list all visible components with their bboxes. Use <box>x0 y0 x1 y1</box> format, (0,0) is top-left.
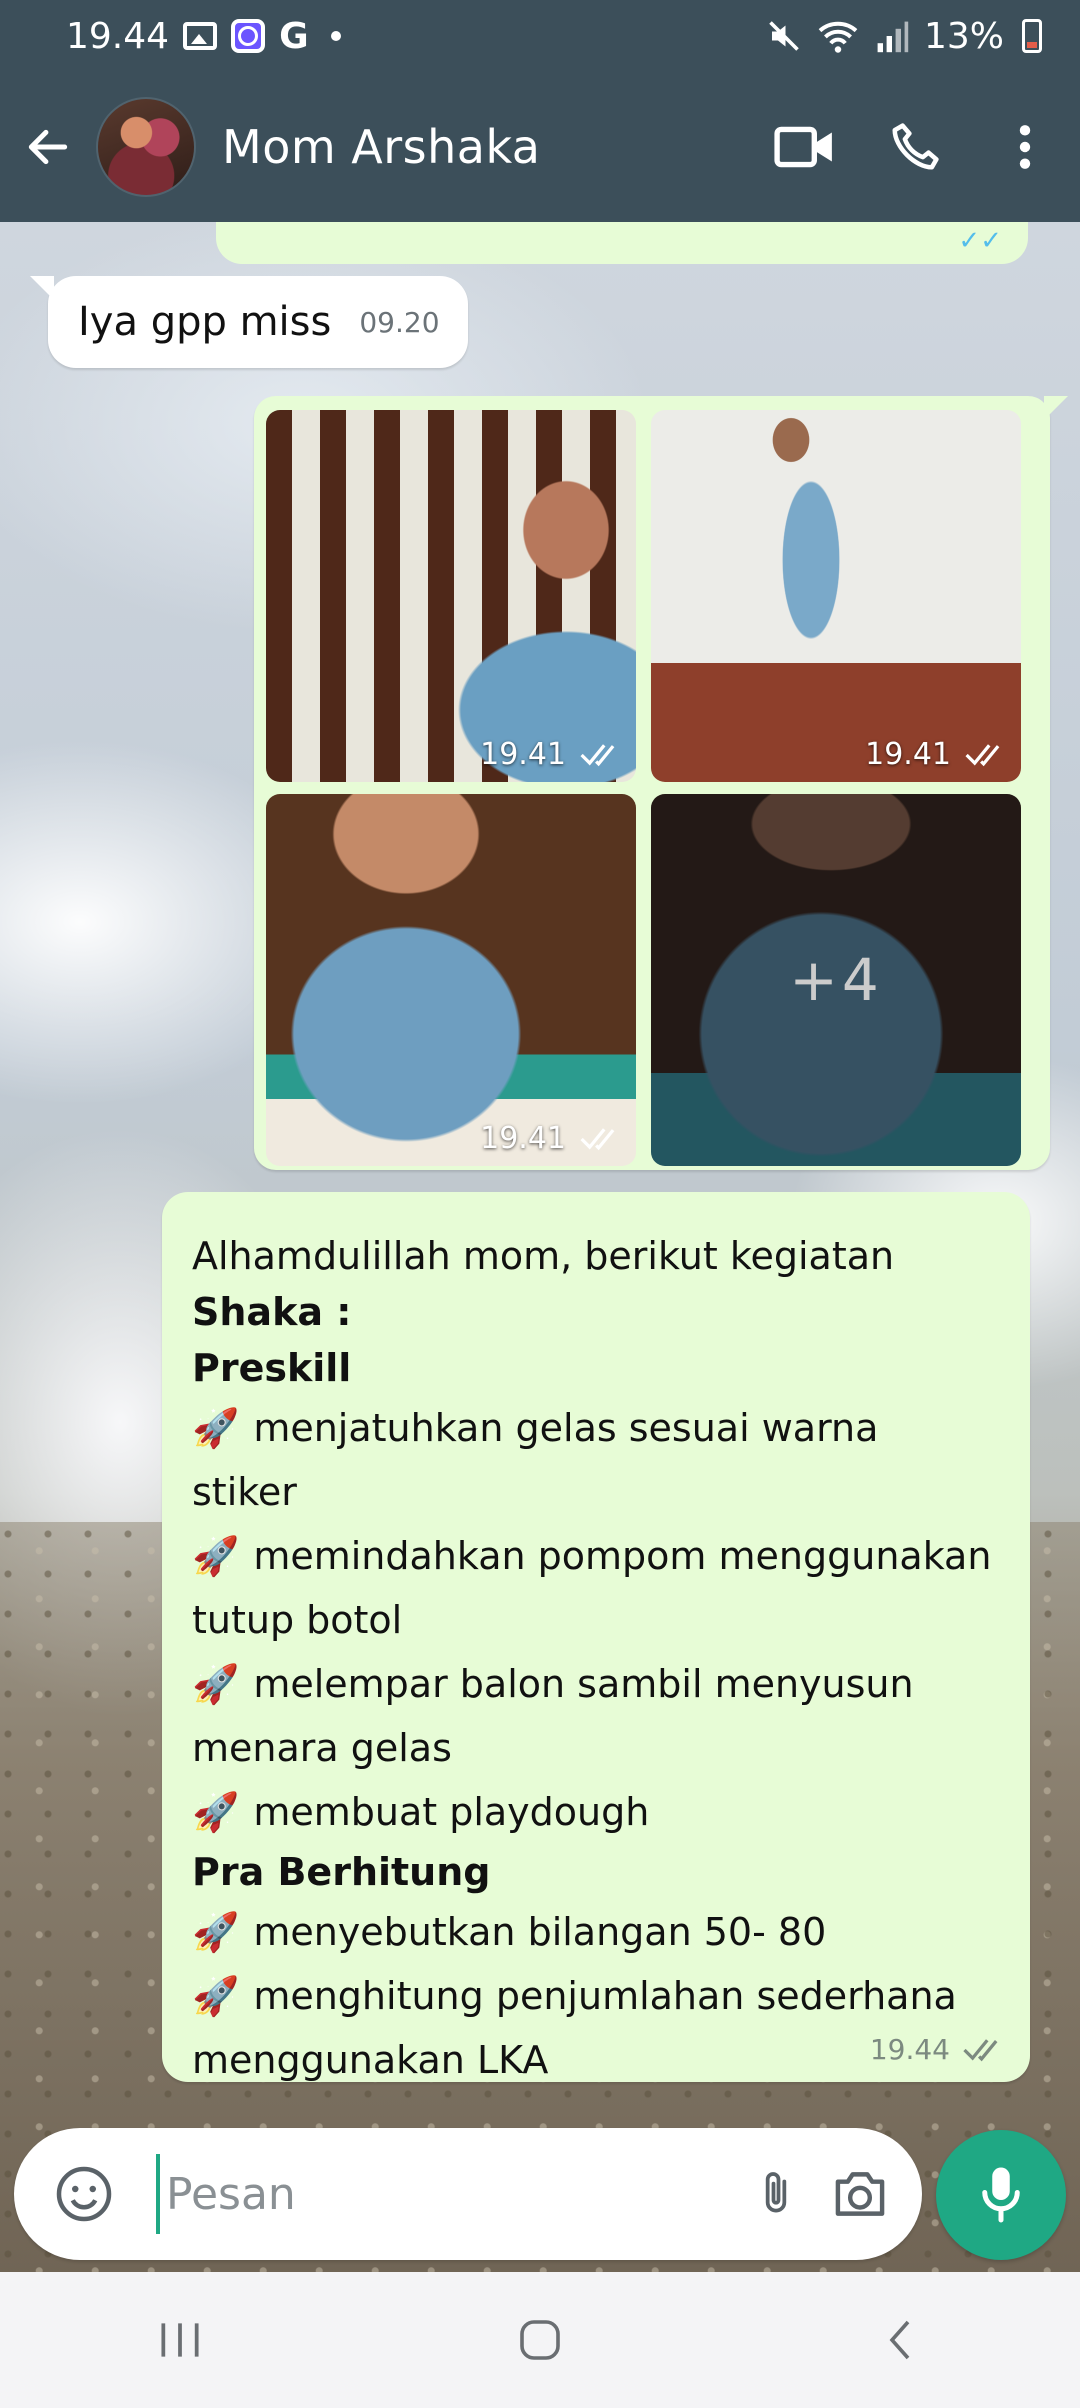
chat-area[interactable]: ✓✓ Iya gpp miss 09.20 19.41 19.41 19.41 … <box>0 222 1080 2272</box>
message-line: menara gelas <box>192 1726 452 1770</box>
message-time: 19.44 <box>869 2033 950 2066</box>
gallery-notification-icon <box>183 22 218 50</box>
double-check-icon <box>580 743 615 766</box>
video-call-button[interactable] <box>750 72 860 222</box>
message-line: stiker <box>192 1470 297 1514</box>
rocket-emoji-icon: 🚀 <box>192 1910 240 1954</box>
photo-thumbnail[interactable]: 19.41 <box>266 410 636 782</box>
rocket-emoji-icon: 🚀 <box>192 1790 240 1834</box>
double-check-icon <box>963 2038 998 2061</box>
photo-album-message[interactable]: 19.41 19.41 19.41 +4 <box>254 396 1068 1170</box>
contact-name[interactable]: Mom Arshaka <box>222 120 750 174</box>
incoming-message[interactable]: Iya gpp miss 09.20 <box>30 276 468 368</box>
photo-thumbnail-more[interactable]: +4 <box>651 794 1021 1166</box>
phone-icon <box>892 123 939 170</box>
app-notification-icon <box>231 19 266 53</box>
message-composer <box>14 2128 922 2260</box>
emoji-icon <box>56 2166 112 2222</box>
message-line: Shaka : <box>192 1290 352 1334</box>
back-button[interactable] <box>0 72 96 222</box>
recents-button[interactable] <box>120 2290 240 2390</box>
photo-time: 19.41 <box>480 1121 566 1156</box>
photo-time: 19.41 <box>480 737 566 772</box>
status-time: 19.44 <box>66 15 170 57</box>
message-line: 🚀 melempar balon sambil menyusun <box>192 1662 914 1706</box>
back-arrow-icon <box>28 129 68 165</box>
nav-back-button[interactable] <box>840 2290 960 2390</box>
rocket-emoji-icon: 🚀 <box>192 1534 240 1578</box>
mic-icon <box>982 2167 1020 2223</box>
voice-message-button[interactable] <box>936 2130 1066 2260</box>
message-line: 🚀 memindahkan pompom menggunakan <box>192 1534 992 1578</box>
voice-call-button[interactable] <box>860 72 970 222</box>
battery-percent: 13% <box>923 15 1004 57</box>
double-check-icon: ✓✓ <box>958 226 1002 256</box>
message-input[interactable] <box>156 2154 734 2234</box>
photo-thumbnail[interactable]: 19.41 <box>651 410 1021 782</box>
outgoing-message[interactable]: Alhamdulillah mom, berikut kegiatan Shak… <box>162 1192 1030 2082</box>
more-photos-count: +4 <box>651 794 1021 1166</box>
message-line: Alhamdulillah mom, berikut kegiatan <box>192 1234 895 1278</box>
more-vert-icon <box>1019 125 1031 169</box>
chat-header: Mom Arshaka <box>0 72 1080 222</box>
message-line: Preskill <box>192 1346 352 1390</box>
message-line: tutup botol <box>192 1598 403 1642</box>
photo-thumbnail[interactable]: 19.41 <box>266 794 636 1166</box>
video-call-icon <box>774 126 832 168</box>
rocket-emoji-icon: 🚀 <box>192 1974 240 2018</box>
message-line: Pra Berhitung <box>192 1850 491 1894</box>
more-notifications-dot-icon <box>330 31 341 41</box>
rocket-emoji-icon: 🚀 <box>192 1662 240 1706</box>
message-text: Iya gpp miss <box>78 299 332 345</box>
attach-button[interactable] <box>734 2152 818 2236</box>
wifi-icon <box>818 21 858 53</box>
message-line: 🚀 membuat playdough <box>192 1790 650 1834</box>
home-icon <box>520 2320 560 2360</box>
message-line: 🚀 menjatuhkan gelas sesuai warna <box>192 1406 879 1450</box>
photo-time: 19.41 <box>865 737 951 772</box>
status-bar: 19.44 G 13% <box>0 0 1080 72</box>
google-notification-icon: G <box>279 15 309 57</box>
signal-icon <box>877 21 909 53</box>
emoji-button[interactable] <box>42 2152 126 2236</box>
camera-button[interactable] <box>818 2152 902 2236</box>
battery-icon <box>1022 19 1042 53</box>
attach-icon <box>765 2172 787 2213</box>
camera-icon <box>835 2172 885 2216</box>
mute-icon <box>769 21 799 51</box>
message-time: 09.20 <box>359 305 440 339</box>
rocket-emoji-icon: 🚀 <box>192 1406 240 1450</box>
double-check-icon <box>580 1127 615 1150</box>
nav-back-icon <box>889 2320 910 2360</box>
recents-icon <box>161 2323 199 2357</box>
system-nav-bar <box>0 2272 1080 2408</box>
previous-message-bubble[interactable]: ✓✓ <box>216 222 1028 264</box>
contact-avatar[interactable] <box>96 97 196 197</box>
double-check-icon <box>965 743 1000 766</box>
message-line: 🚀 menyebutkan bilangan 50- 80 <box>192 1910 827 1954</box>
home-button[interactable] <box>480 2290 600 2390</box>
message-line: 🚀 menghitung penjumlahan sederhana <box>192 1974 957 2018</box>
more-options-button[interactable] <box>970 72 1080 222</box>
